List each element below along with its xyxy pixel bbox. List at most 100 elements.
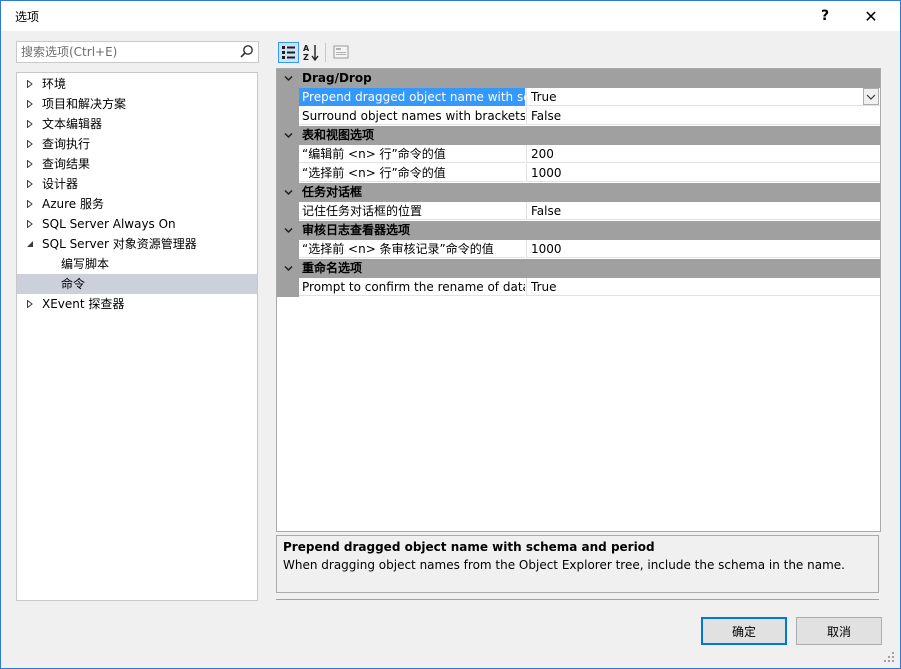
collapse-chevron-icon[interactable] [284,226,293,235]
alphabetical-sort-icon: A Z [303,44,319,62]
collapsed-arrow-icon[interactable] [26,160,34,168]
property-name[interactable]: “选择前 <n> 条审核记录”命令的值 [299,240,525,258]
options-tree[interactable]: 环境项目和解决方案文本编辑器查询执行查询结果设计器 Azure 服务 SQL Ser… [16,72,258,601]
property-value[interactable]: False [526,107,880,125]
collapsed-arrow-icon[interactable] [26,200,34,208]
description-text: When dragging object names from the Obje… [283,558,845,572]
tree-item-label: 项目和解决方案 [42,97,127,111]
property-row[interactable]: “编辑前 <n> 行”命令的值 200 [277,145,880,164]
tree-item-label: SQL Server 对象资源管理器 [42,237,197,251]
tree-item-label: 环境 [42,77,67,91]
row-margin [277,107,299,126]
resize-grip-icon[interactable] [884,652,894,662]
tree-item-label: Azure 服务 [42,197,104,211]
tree-item-label: 编写脚本 [61,257,110,271]
collapse-chevron-icon[interactable] [284,188,293,197]
collapsed-arrow-icon[interactable] [26,100,34,108]
category-label: Drag/Drop [302,71,372,85]
category-label: 任务对话框 [302,185,363,199]
dropdown-button[interactable] [863,88,879,105]
tree-item-label: XEvent 探查器 [42,297,125,311]
ok-button[interactable]: 确定 [701,617,787,645]
dialog-title: 选项 [15,10,40,24]
tree-item[interactable]: 设计器 [17,174,257,194]
tree-item-label: 查询执行 [42,137,91,151]
options-dialog: 选项 ? ✕ 环境项目和解决方案文本编辑器查询执行查询结果设计器 Azure 服务… [0,0,901,669]
collapsed-arrow-icon[interactable] [26,180,34,188]
property-name[interactable]: 记住任务对话框的位置 [299,202,525,220]
svg-text:Z: Z [303,53,309,62]
collapsed-arrow-icon[interactable] [26,80,34,88]
close-button[interactable]: ✕ [848,1,894,31]
tree-item[interactable]: 查询执行 [17,134,257,154]
property-pages-button[interactable] [331,42,352,63]
tree-item[interactable]: 查询结果 [17,154,257,174]
collapse-chevron-icon[interactable] [284,74,293,83]
tree-item-label: 设计器 [42,177,79,191]
property-row[interactable]: Prepend dragged object name with schema … [277,88,880,107]
tree-item[interactable]: 编写脚本 [17,254,257,274]
description-title: Prepend dragged object name with schema … [283,540,655,554]
tree-item[interactable]: Azure 服务 [17,194,257,214]
tree-item[interactable]: 环境 [17,74,257,94]
property-row[interactable]: Surround object names with brackets when… [277,107,880,126]
divider [276,599,879,600]
property-value-text: 200 [531,147,554,161]
property-name[interactable]: “选择前 <n> 行”命令的值 [299,164,525,182]
help-button[interactable]: ? [802,1,848,31]
row-margin [277,278,299,297]
property-value[interactable]: 1000 [526,164,880,182]
title-bar: 选项 ? ✕ [1,1,900,31]
toolbar-separator [325,43,326,62]
category-row[interactable]: 表和视图选项 [277,126,880,145]
property-name[interactable]: Surround object names with brackets when… [299,107,525,125]
category-row[interactable]: Drag/Drop [277,69,880,88]
property-value[interactable]: 200 [526,145,880,163]
collapse-chevron-icon[interactable] [284,131,293,140]
description-panel: Prepend dragged object name with schema … [276,535,879,593]
collapsed-arrow-icon[interactable] [26,140,34,148]
row-margin [277,145,299,164]
expanded-arrow-icon[interactable] [26,240,34,248]
tree-item[interactable]: 命令 [17,274,257,294]
categorized-button[interactable] [278,42,299,63]
collapsed-arrow-icon[interactable] [26,300,34,308]
property-row[interactable]: Prompt to confirm the rename of database… [277,278,880,297]
cancel-button[interactable]: 取消 [796,617,882,645]
collapsed-arrow-icon[interactable] [26,220,34,228]
category-row[interactable]: 任务对话框 [277,183,880,202]
property-value[interactable]: 1000 [526,240,880,258]
tree-item[interactable]: 文本编辑器 [17,114,257,134]
search-icon[interactable] [239,44,254,59]
svg-text:A: A [303,44,310,53]
row-margin [277,164,299,183]
property-row[interactable]: 记住任务对话框的位置 False [277,202,880,221]
category-row[interactable]: 审核日志查看器选项 [277,221,880,240]
property-grid[interactable]: Drag/Drop Prepend dragged object name wit… [276,68,881,532]
category-row[interactable]: 重命名选项 [277,259,880,278]
property-row[interactable]: “选择前 <n> 行”命令的值 1000 [277,164,880,183]
tree-item[interactable]: XEvent 探查器 [17,294,257,314]
search-input[interactable] [17,42,231,62]
property-row[interactable]: “选择前 <n> 条审核记录”命令的值 1000 [277,240,880,259]
property-name[interactable]: “编辑前 <n> 行”命令的值 [299,145,525,163]
tree-item-label: SQL Server Always On [42,217,176,231]
property-name[interactable]: Prepend dragged object name with schema … [299,88,525,106]
property-name[interactable]: Prompt to confirm the rename of database… [299,278,525,296]
category-label: 表和视图选项 [302,128,375,142]
property-value-text: True [531,90,557,104]
row-margin [277,240,299,259]
row-margin [277,202,299,221]
collapsed-arrow-icon[interactable] [26,120,34,128]
tree-item[interactable]: SQL Server Always On [17,214,257,234]
search-box[interactable] [16,41,259,63]
collapse-chevron-icon[interactable] [284,264,293,273]
property-value[interactable]: True [526,278,880,296]
tree-item[interactable]: 项目和解决方案 [17,94,257,114]
tree-item-label: 查询结果 [42,157,91,171]
property-value-text: False [531,204,562,218]
tree-item[interactable]: SQL Server 对象资源管理器 [17,234,257,254]
alphabetical-button[interactable]: A Z [301,42,322,63]
property-value[interactable]: True [526,88,880,106]
property-value[interactable]: False [526,202,880,220]
